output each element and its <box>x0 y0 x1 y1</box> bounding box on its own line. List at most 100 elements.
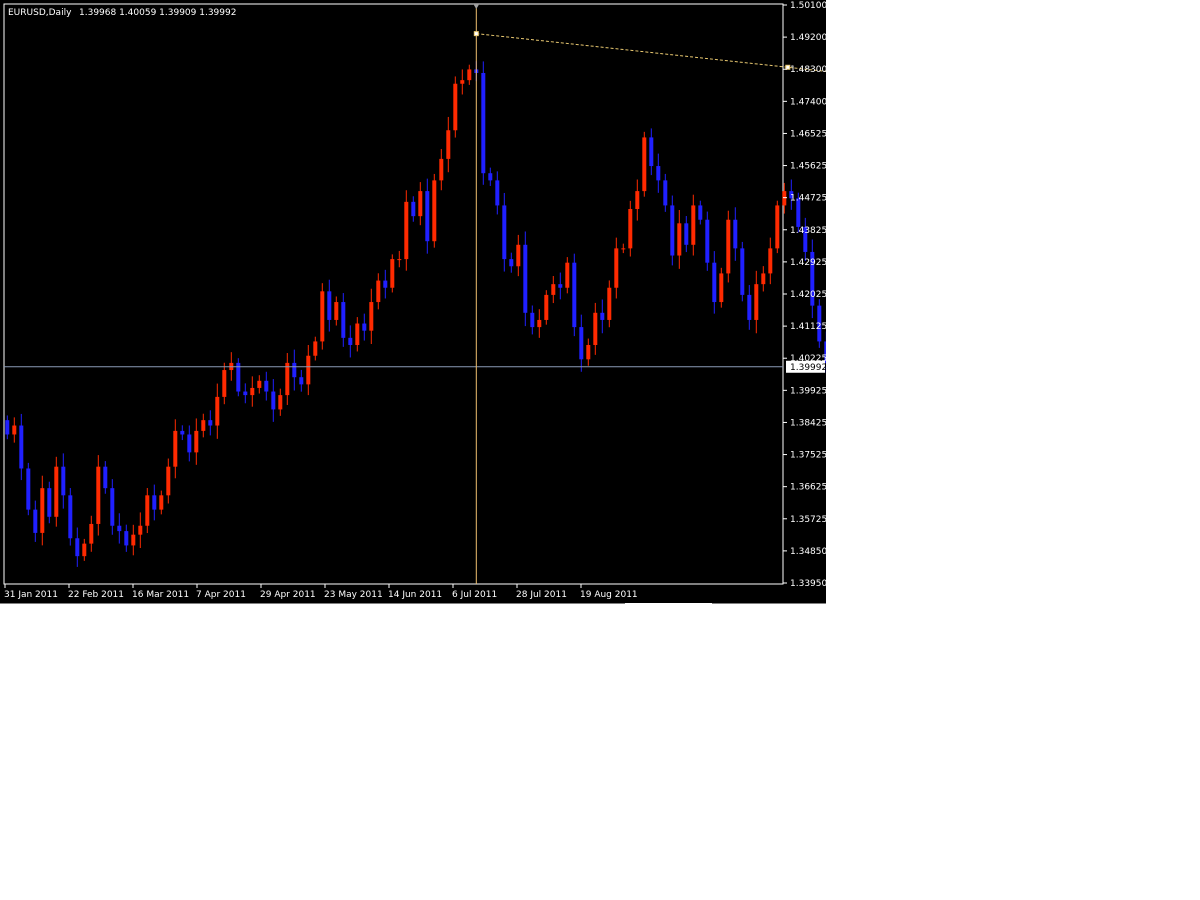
candle <box>635 179 640 221</box>
candle <box>579 314 584 372</box>
candle <box>558 272 563 300</box>
candle <box>502 192 507 272</box>
candle <box>390 254 395 293</box>
candle <box>376 273 381 310</box>
candle <box>194 418 199 465</box>
trendline-handle[interactable] <box>473 31 479 37</box>
candle <box>530 305 535 335</box>
candle <box>747 285 752 330</box>
candle <box>509 252 514 273</box>
candle <box>712 251 717 314</box>
candle <box>180 425 185 441</box>
candle <box>313 336 318 361</box>
candle <box>40 475 45 546</box>
y-tick-label: 1.35725 <box>790 515 826 525</box>
candle <box>705 211 710 271</box>
candle <box>187 425 192 462</box>
y-tick-label: 1.47400 <box>790 97 826 107</box>
candle <box>467 64 472 85</box>
candle <box>82 538 87 561</box>
candle <box>222 362 227 405</box>
candle <box>306 345 311 396</box>
y-tick-label: 1.33950 <box>790 579 826 589</box>
candle <box>481 61 486 185</box>
candle <box>152 484 157 521</box>
candle <box>26 462 31 516</box>
candle <box>47 481 52 524</box>
candle <box>460 69 465 95</box>
x-tick-label: 7 Apr 2011 <box>196 590 246 600</box>
candle <box>54 456 59 527</box>
candle <box>495 171 500 215</box>
candle <box>117 513 122 544</box>
candle <box>124 524 129 552</box>
candle <box>348 325 353 358</box>
candle <box>761 266 766 292</box>
y-axis: 1.50100 1.49200 1.48300 1.47400 1.46525 1.456… <box>783 1 826 589</box>
y-tick-label: 1.34850 <box>790 547 826 557</box>
candle <box>404 190 409 271</box>
candle <box>341 293 346 347</box>
candle <box>33 500 38 542</box>
candle <box>544 290 549 325</box>
candle <box>75 527 80 567</box>
horizontal-scrollbar-right[interactable] <box>712 603 826 606</box>
x-tick-label: 6 Jul 2011 <box>452 590 497 600</box>
candle <box>299 369 304 392</box>
candles-layer <box>5 61 826 567</box>
candle <box>19 413 24 481</box>
current-price-box: 1.39992 <box>786 360 826 373</box>
candle <box>103 461 108 494</box>
y-tick-label: 1.46525 <box>790 129 826 139</box>
horizontal-scrollbar-left[interactable] <box>0 603 625 606</box>
candle <box>201 413 206 438</box>
candle <box>656 153 661 193</box>
candle <box>670 195 675 266</box>
trendline[interactable] <box>476 33 826 101</box>
candle <box>628 200 633 257</box>
candle <box>684 216 689 253</box>
candle <box>208 410 213 436</box>
y-tick-label: 1.43825 <box>790 226 826 236</box>
candle <box>12 417 17 443</box>
y-tick-label: 1.45625 <box>790 162 826 172</box>
candle <box>271 379 276 422</box>
y-tick-label: 1.49200 <box>790 33 826 43</box>
candle <box>110 479 115 535</box>
candle <box>138 512 143 548</box>
candle <box>726 210 731 283</box>
y-tick-label: 1.48300 <box>790 65 826 75</box>
candle <box>145 488 150 534</box>
candle <box>551 275 556 304</box>
plot-frame <box>3 3 784 585</box>
candle <box>327 279 332 332</box>
candle <box>740 241 745 302</box>
chart-window: 89 / 1952 1.501001.492001.483001.474001.… <box>0 0 826 604</box>
candle <box>607 280 612 328</box>
candle <box>243 383 248 404</box>
y-tick-label: 1.39925 <box>790 386 826 396</box>
candle <box>355 317 360 352</box>
candle <box>89 515 94 552</box>
candle <box>439 149 444 191</box>
candle <box>621 243 626 254</box>
candle <box>68 488 73 546</box>
candle <box>453 76 458 138</box>
candle <box>649 128 654 176</box>
current-price-label: 1.39992 <box>790 363 826 373</box>
candle <box>96 455 101 536</box>
y-tick-label: 1.36625 <box>790 483 826 493</box>
candle <box>159 490 164 515</box>
candle <box>362 313 367 341</box>
price-chart[interactable]: 89 / 1952 1.501001.492001.483001.474001.… <box>0 0 826 604</box>
candle <box>411 196 416 222</box>
ohlc-label: 1.39968 1.40059 1.39909 1.39992 <box>79 8 236 18</box>
candle <box>565 257 570 294</box>
candle <box>5 415 10 440</box>
candle <box>166 458 171 504</box>
candle <box>397 250 402 268</box>
x-tick-label: 22 Feb 2011 <box>68 590 124 600</box>
candle <box>236 358 241 397</box>
candle <box>614 237 619 299</box>
x-axis: 31 Jan 2011 22 Feb 2011 16 Mar 2011 7 Apr 2… <box>4 584 638 600</box>
